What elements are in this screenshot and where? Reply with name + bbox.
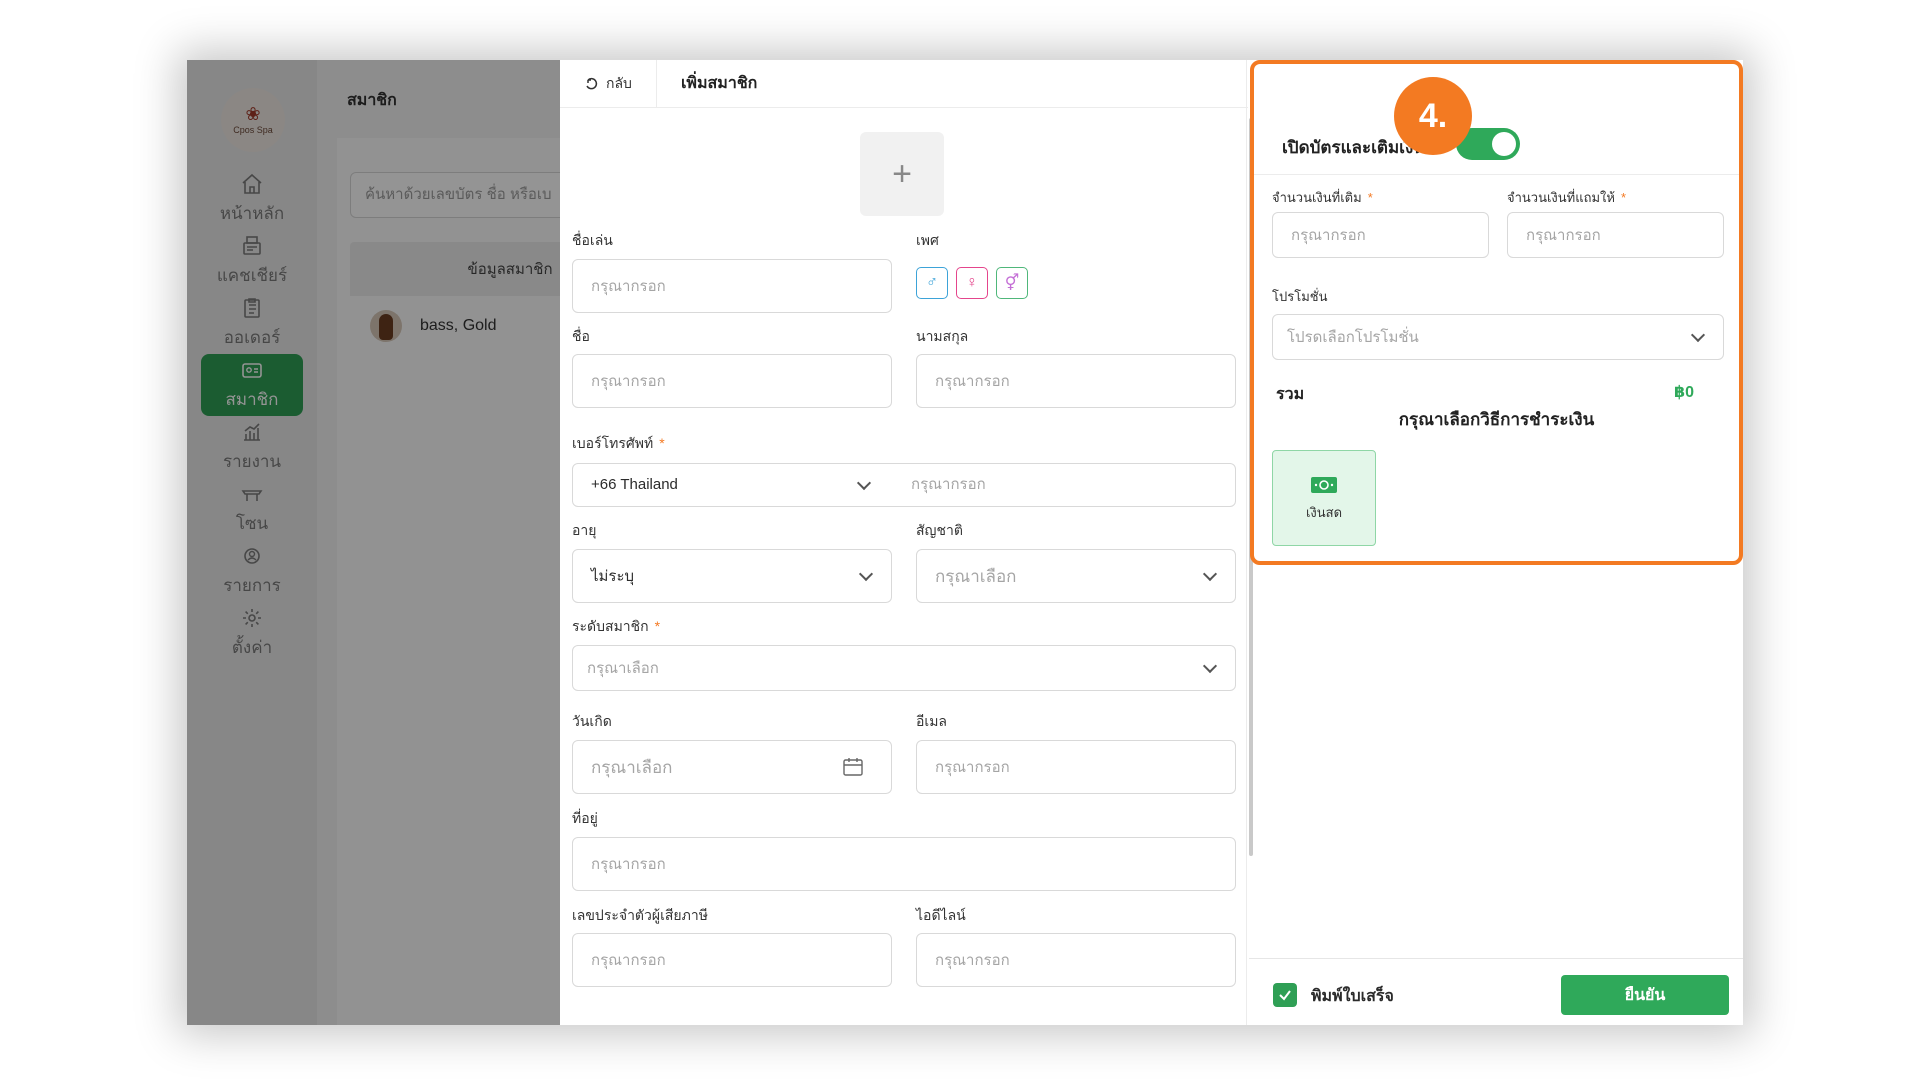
male-symbol-icon: ♂ <box>926 274 938 291</box>
payment-method-prompt: กรุณาเลือกวิธีการชำระเงิน <box>1398 410 1595 429</box>
phone-number-input[interactable]: กรุณากรอก <box>911 464 986 506</box>
phone-label: เบอร์โทรศัพท์ * <box>572 433 665 455</box>
gender-male-button[interactable]: ♂ <box>916 267 948 299</box>
drawer-header: กลับ เพิ่มสมาชิก <box>560 60 1248 108</box>
bonus-amount-field[interactable]: กรุณากรอก <box>1507 212 1724 258</box>
first-name-label: ชื่อ <box>572 328 590 344</box>
drawer-footer: พิมพ์ใบเสร็จ ยืนยัน <box>1249 958 1743 1025</box>
chevron-down-icon <box>1690 327 1706 343</box>
birthday-placeholder: กรุณาเลือก <box>591 757 673 777</box>
chevron-down-icon <box>856 475 872 491</box>
confirm-button[interactable]: ยืนยัน <box>1561 975 1729 1015</box>
calendar-icon <box>843 758 863 776</box>
address-field[interactable]: กรุณากรอก <box>572 837 1236 891</box>
nickname-field[interactable]: กรุณากรอก <box>572 259 892 313</box>
phone-field-group: +66 Thailand กรุณากรอก <box>572 463 1236 507</box>
age-select[interactable]: ไม่ระบุ <box>572 549 892 603</box>
total-label: รวม <box>1276 386 1305 403</box>
nationality-placeholder: กรุณาเลือก <box>935 566 1017 586</box>
phone-label-text: เบอร์โทรศัพท์ <box>572 435 654 451</box>
address-label: ที่อยู่ <box>572 810 598 826</box>
app-window: ❀ Cpos Spa หน้าหลัก แคชเชียร์ ออเดอร์ สม… <box>187 60 1743 1025</box>
bonus-amount-label: จำนวนเงินที่แถมให้ * <box>1507 187 1626 208</box>
age-label: อายุ <box>572 522 597 538</box>
gender-other-button[interactable]: ⚥ <box>996 267 1028 299</box>
member-level-placeholder: กรุณาเลือก <box>587 660 659 677</box>
drawer-title: เพิ่มสมาชิก <box>680 75 758 92</box>
nationality-select[interactable]: กรุณาเลือก <box>916 549 1236 603</box>
required-asterisk: * <box>654 618 661 634</box>
plus-icon: + <box>892 155 912 193</box>
gender-label: เพศ <box>916 232 939 248</box>
promotion-placeholder: โปรดเลือกโปรโมชั่น <box>1287 329 1419 346</box>
chevron-down-icon <box>1202 566 1218 582</box>
nationality-label: สัญชาติ <box>916 522 963 538</box>
card-topup-panel: เปิดบัตรและเติมเงิน จำนวนเงินที่เติม * กร… <box>1250 60 1743 565</box>
line-id-label: ไอดีไลน์ <box>916 907 966 923</box>
female-symbol-icon: ♀ <box>966 274 978 291</box>
nickname-label: ชื่อเล่น <box>572 232 613 248</box>
toggle-knob <box>1492 132 1516 156</box>
topup-amount-label: จำนวนเงินที่เติม * <box>1272 187 1373 208</box>
birthday-label: วันเกิด <box>572 713 612 729</box>
cash-banknote-icon <box>1311 476 1337 493</box>
line-id-field[interactable]: กรุณากรอก <box>916 933 1236 987</box>
required-asterisk: * <box>659 435 665 451</box>
chevron-down-icon <box>858 566 874 582</box>
back-arrow-icon <box>586 77 598 89</box>
tax-id-field[interactable]: กรุณากรอก <box>572 933 892 987</box>
email-label: อีเมล <box>916 713 948 729</box>
back-button[interactable]: กลับ <box>584 73 632 95</box>
country-code-select[interactable]: +66 Thailand <box>591 464 678 506</box>
chevron-down-icon <box>1202 658 1218 674</box>
last-name-label: นามสกุล <box>916 328 969 344</box>
other-gender-symbol-icon: ⚥ <box>1004 275 1020 292</box>
print-receipt-label: พิมพ์ใบเสร็จ <box>1311 988 1394 1005</box>
member-level-label: ระดับสมาชิก * <box>572 616 660 638</box>
promotion-label: โปรโมชั่น <box>1272 289 1328 304</box>
step-number-badge: 4. <box>1394 77 1472 155</box>
payment-method-label: เงินสด <box>1305 504 1343 520</box>
upload-photo-button[interactable]: + <box>860 132 944 216</box>
topup-amount-field[interactable]: กรุณากรอก <box>1272 212 1489 258</box>
header-divider <box>655 60 657 108</box>
bonus-amount-label-text: จำนวนเงินที่แถมให้ <box>1507 190 1615 205</box>
total-amount: ฿0 <box>1674 384 1695 401</box>
required-asterisk: * <box>1367 190 1373 205</box>
required-asterisk: * <box>1620 190 1627 205</box>
topup-amount-label-text: จำนวนเงินที่เติม <box>1272 190 1362 205</box>
first-name-field[interactable]: กรุณากรอก <box>572 354 892 408</box>
last-name-field[interactable]: กรุณากรอก <box>916 354 1236 408</box>
panel-divider <box>1246 60 1247 1025</box>
member-level-select[interactable]: กรุณาเลือก <box>572 645 1236 691</box>
back-label: กลับ <box>606 74 632 91</box>
promotion-select[interactable]: โปรดเลือกโปรโมชั่น <box>1272 314 1724 360</box>
gender-female-button[interactable]: ♀ <box>956 267 988 299</box>
print-receipt-checkbox[interactable] <box>1273 983 1297 1007</box>
checkmark-icon <box>1279 990 1291 1001</box>
payment-cash-button[interactable]: เงินสด <box>1272 450 1376 546</box>
member-level-label-text: ระดับสมาชิก <box>572 618 649 634</box>
email-field[interactable]: กรุณากรอก <box>916 740 1236 794</box>
section-divider <box>1254 174 1739 175</box>
birthday-date-picker[interactable]: กรุณาเลือก <box>572 740 892 794</box>
tax-id-label: เลขประจำตัวผู้เสียภาษี <box>572 907 708 923</box>
age-select-value: ไม่ระบุ <box>591 568 635 585</box>
